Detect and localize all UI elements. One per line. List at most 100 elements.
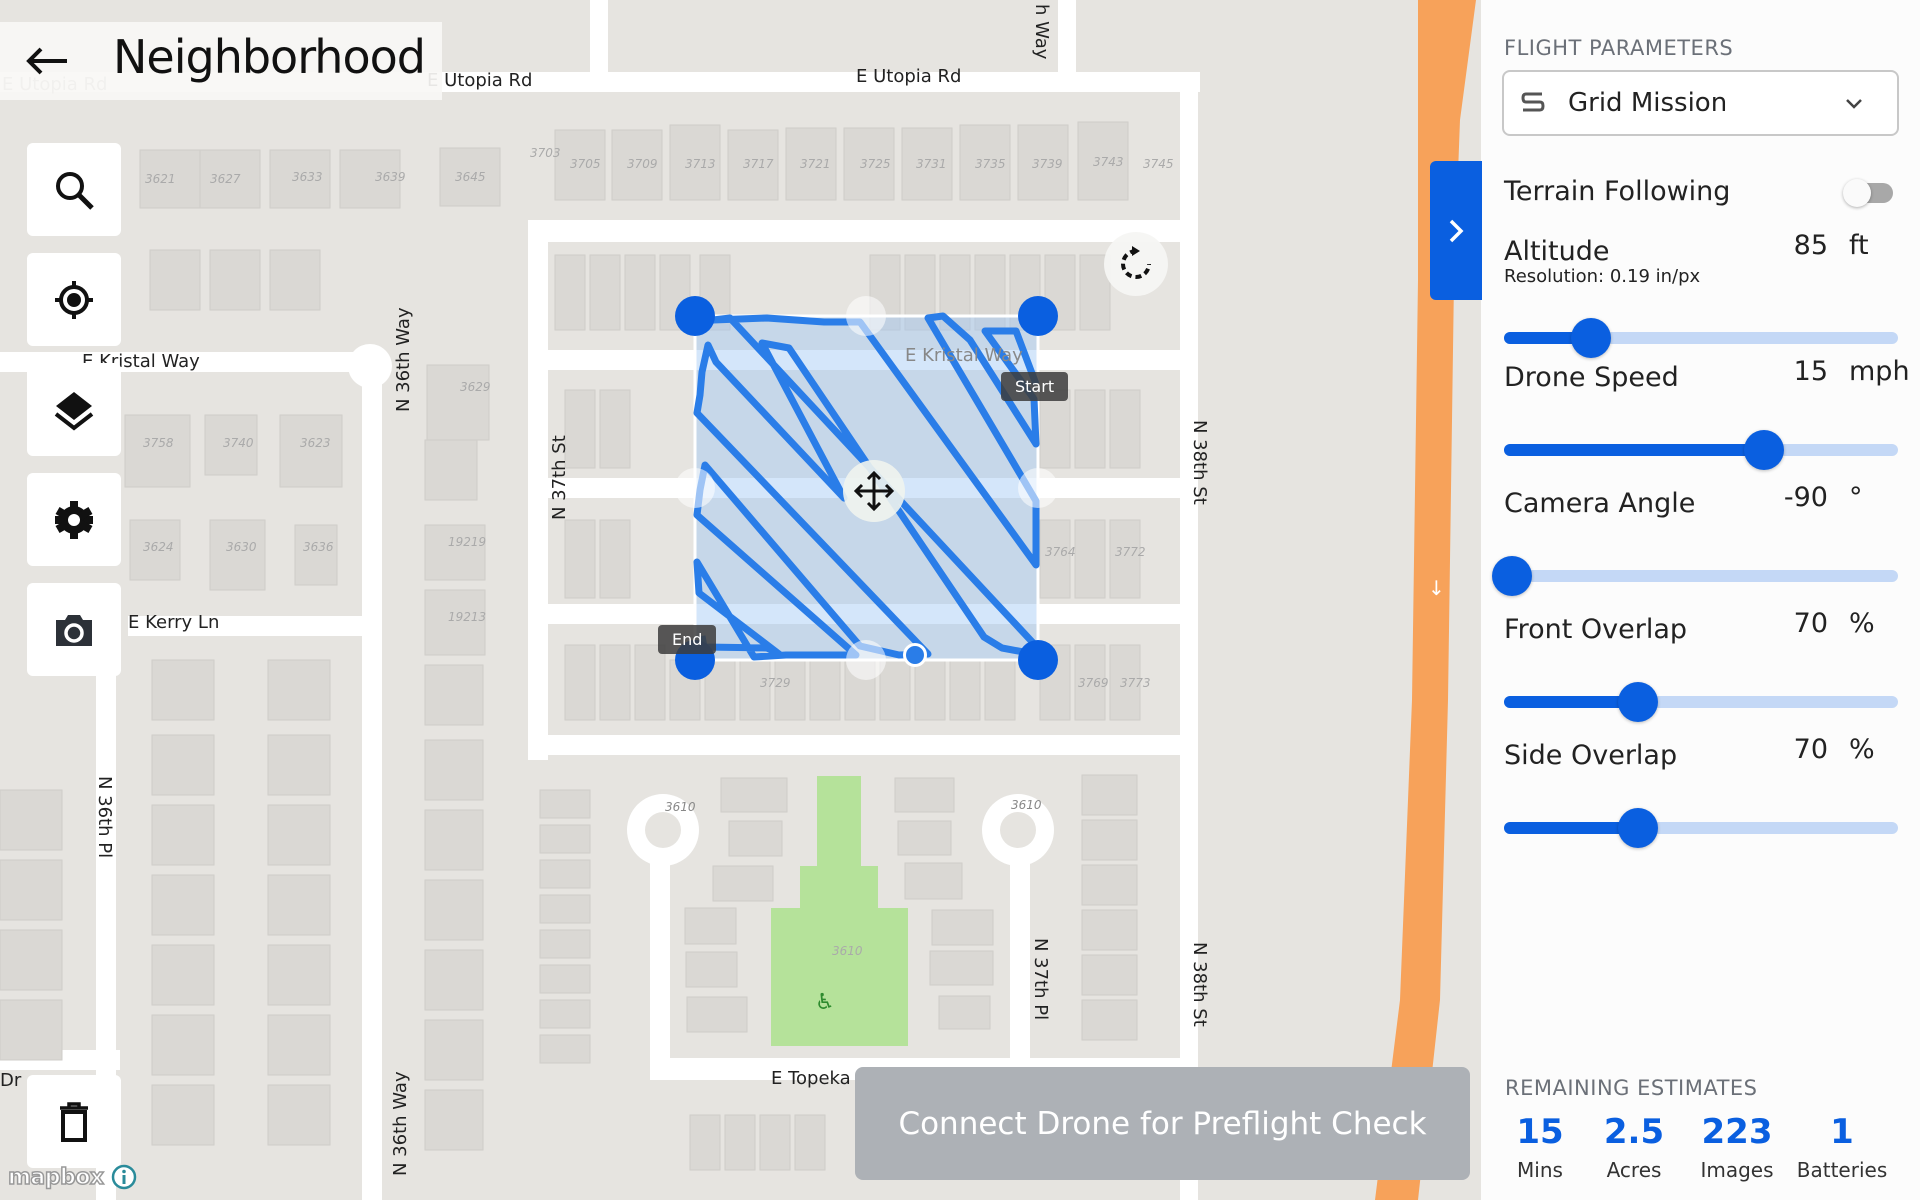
house-number: 3739 — [1032, 157, 1063, 171]
house-number: 3773 — [1120, 676, 1151, 690]
slider-thumb[interactable] — [1744, 430, 1784, 470]
estimate-acres: 2.5 Acres — [1603, 1112, 1665, 1182]
street-label: N 36th Pl — [94, 776, 115, 859]
estimate-mins: 15 Mins — [1516, 1112, 1564, 1182]
camera-angle-slider[interactable] — [1492, 556, 1898, 596]
arrow-left-icon — [26, 47, 67, 75]
terrain-following-label: Terrain Following — [1504, 176, 1731, 207]
slider-thumb[interactable] — [1492, 556, 1532, 596]
polygon-vertex-handle[interactable] — [1018, 640, 1058, 680]
house-number: 3627 — [210, 172, 241, 186]
house-number: 3745 — [1143, 157, 1174, 171]
layers-icon — [54, 391, 94, 431]
altitude-unit: ft — [1849, 230, 1869, 261]
move-polygon-button[interactable] — [843, 460, 905, 522]
gear-icon — [55, 500, 93, 539]
house-number: 3621 — [145, 172, 176, 186]
camera-button[interactable] — [27, 583, 121, 676]
rotate-icon — [1121, 246, 1151, 279]
drone-speed-unit: mph — [1849, 356, 1910, 387]
rotate-button[interactable] — [1104, 232, 1168, 296]
house-number: 3610 — [832, 944, 863, 958]
house-number: 3636 — [303, 540, 334, 554]
house-number: 3721 — [800, 157, 831, 171]
side-overlap-unit: % — [1849, 734, 1875, 765]
flight-parameters-panel: FLIGHT PARAMETERS Grid Mission Terrain F… — [1481, 0, 1920, 1200]
slider-thumb[interactable] — [1618, 808, 1658, 848]
polygon-vertex-handle[interactable] — [675, 296, 715, 336]
camera-angle-unit: ° — [1849, 482, 1863, 513]
street-label: E Utopia Rd — [856, 66, 962, 87]
house-number: 3623 — [300, 436, 331, 450]
back-button[interactable] — [22, 38, 72, 84]
side-overlap-slider[interactable] — [1504, 808, 1898, 848]
drone-speed-label: Drone Speed — [1504, 362, 1679, 393]
layers-button[interactable] — [27, 363, 121, 456]
section-title: FLIGHT PARAMETERS — [1504, 36, 1734, 60]
front-overlap-slider[interactable] — [1504, 682, 1898, 722]
front-overlap-value: 70 — [1793, 608, 1828, 639]
polygon-midpoint-handle[interactable] — [675, 468, 715, 508]
estimate-images: 223 Images — [1700, 1112, 1774, 1182]
home-point-marker[interactable] — [903, 643, 927, 667]
polygon-midpoint-handle[interactable] — [846, 296, 886, 336]
house-number: 3758 — [143, 436, 174, 450]
collapse-panel-button[interactable] — [1430, 161, 1482, 300]
house-number: 3705 — [570, 157, 601, 171]
side-overlap-label: Side Overlap — [1504, 740, 1678, 771]
mapbox-logo: mapbox — [7, 1164, 105, 1191]
terrain-following-toggle[interactable] — [1843, 177, 1893, 207]
house-number: 3610 — [1011, 798, 1042, 812]
street-label: N 37th St — [549, 435, 570, 520]
map-canvas[interactable]: E Utopia Rd E Utopia Rd E Utopia Rd E Kr… — [0, 0, 1488, 1200]
street-label: N 37th Pl — [1030, 938, 1051, 1021]
house-number: 3624 — [143, 540, 174, 554]
slider-thumb[interactable] — [1618, 682, 1658, 722]
end-label: End — [658, 625, 717, 654]
house-number: 3629 — [460, 380, 491, 394]
altitude-value: 85 — [1793, 230, 1828, 261]
street-label: N 36th Way — [393, 307, 414, 412]
page-title: Neighborhood — [113, 30, 426, 84]
house-number: 3645 — [455, 170, 486, 184]
altitude-slider[interactable] — [1504, 318, 1898, 358]
house-number: 3709 — [627, 157, 658, 171]
polygon-vertex-handle[interactable] — [1018, 296, 1058, 336]
settings-button[interactable] — [27, 473, 121, 566]
street-label: E Kristal Way — [905, 345, 1023, 366]
map-attribution: mapbox — [7, 1163, 138, 1191]
chevron-right-icon — [1449, 219, 1464, 242]
house-number: 3703 — [530, 146, 561, 160]
side-overlap-value: 70 — [1793, 734, 1828, 765]
house-number: 3729 — [760, 676, 791, 690]
polygon-midpoint-handle[interactable] — [1018, 468, 1058, 508]
house-number: 3713 — [685, 157, 716, 171]
slider-thumb[interactable] — [1571, 318, 1611, 358]
locate-button[interactable] — [27, 253, 121, 346]
mission-type-select[interactable]: Grid Mission — [1502, 70, 1899, 136]
info-icon[interactable] — [110, 1163, 138, 1191]
search-button[interactable] — [27, 143, 121, 236]
house-number: 19213 — [448, 610, 487, 624]
camera-angle-label: Camera Angle — [1504, 488, 1696, 519]
street-label: h Way — [1031, 4, 1052, 60]
delete-button[interactable] — [27, 1075, 121, 1168]
start-label: Start — [1001, 372, 1069, 401]
altitude-resolution: Resolution: 0.19 in/px — [1504, 266, 1701, 287]
mission-type-value: Grid Mission — [1568, 88, 1728, 118]
grid-path-icon — [1521, 92, 1545, 112]
street-label: N 36th Way — [390, 1071, 411, 1176]
street-label: E Utopia Rd — [427, 70, 533, 91]
polygon-midpoint-handle[interactable] — [846, 640, 886, 680]
move-icon — [853, 470, 895, 512]
drone-speed-slider[interactable] — [1504, 430, 1898, 470]
altitude-label: Altitude — [1504, 236, 1610, 267]
slider-fill — [1504, 444, 1764, 456]
house-number: 3764 — [1045, 545, 1076, 559]
house-number: 3639 — [375, 170, 406, 184]
slider-track[interactable] — [1504, 570, 1898, 582]
connect-drone-button[interactable]: Connect Drone for Preflight Check — [855, 1067, 1470, 1180]
house-number: 3717 — [743, 157, 774, 171]
street-label: Dr — [0, 1070, 22, 1091]
front-overlap-unit: % — [1849, 608, 1875, 639]
